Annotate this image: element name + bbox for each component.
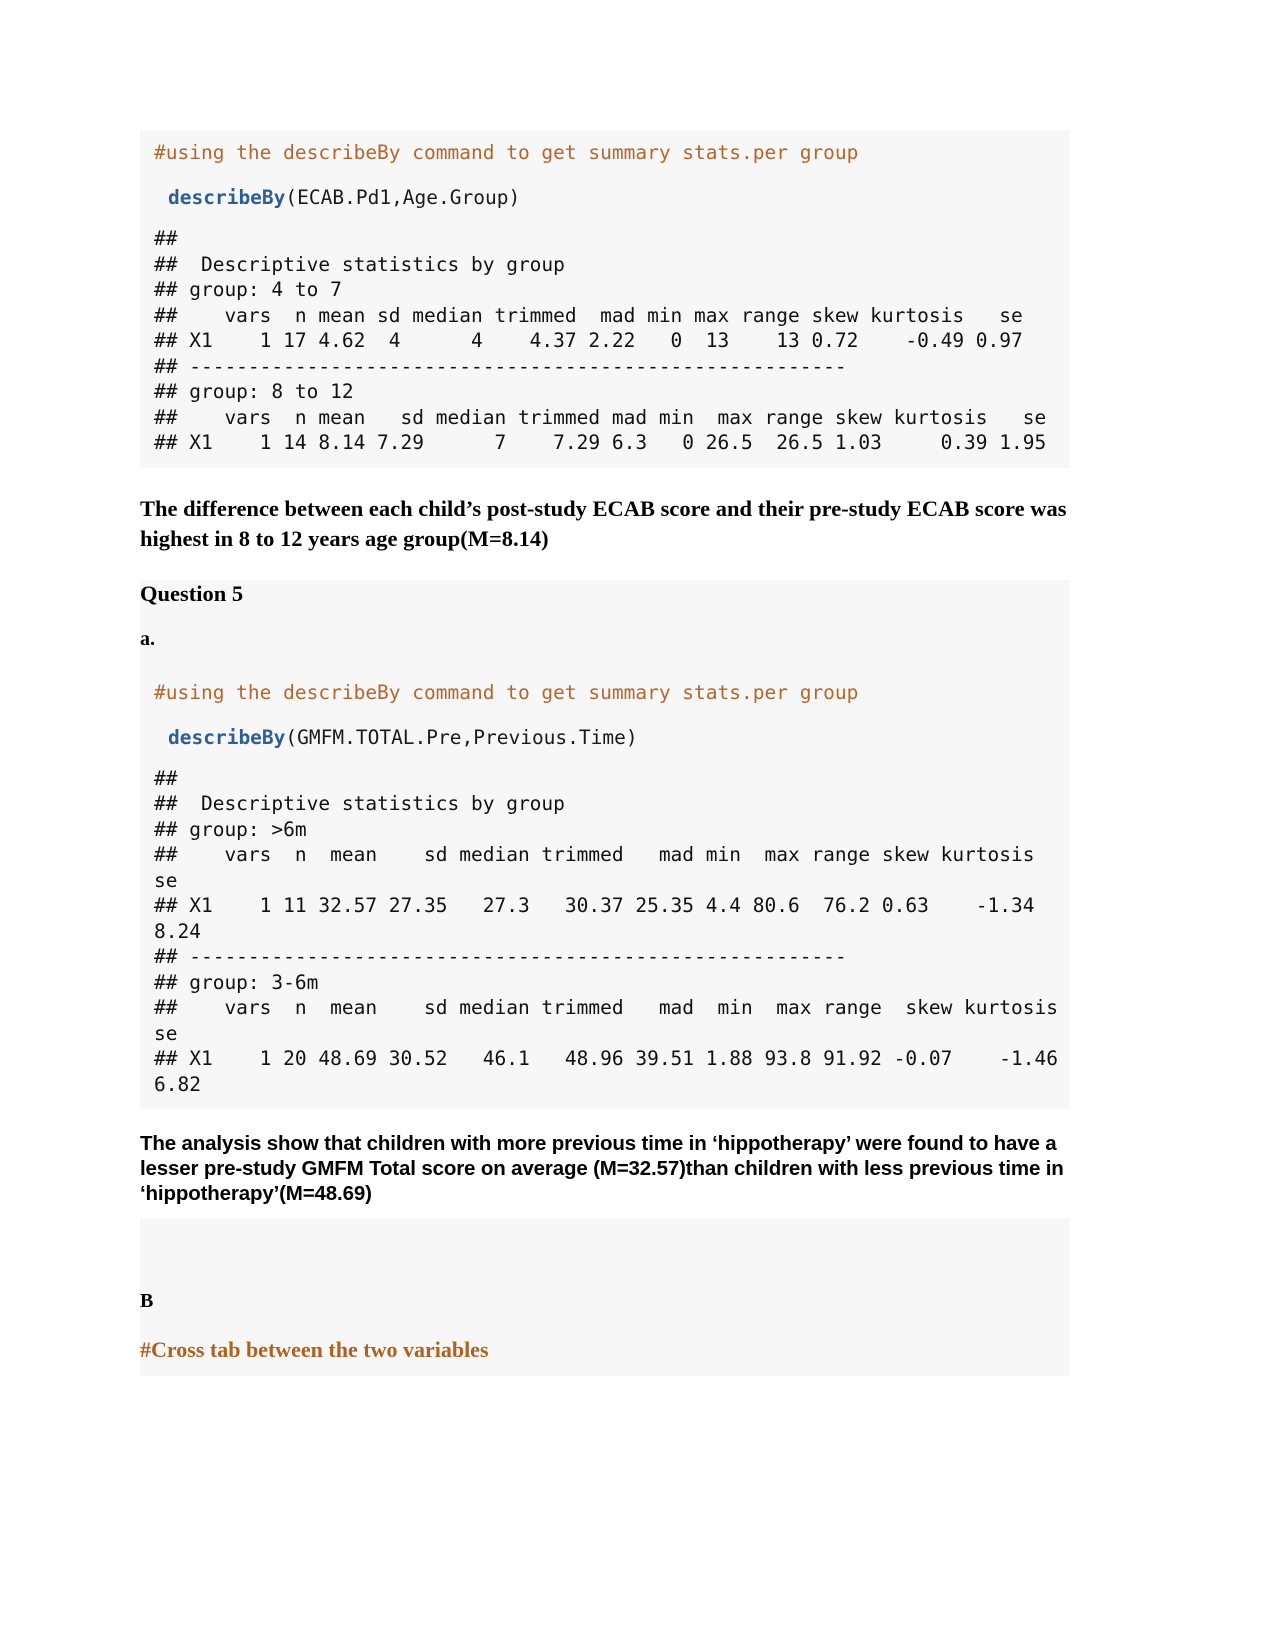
output-block-2: ## ## Descriptive statistics by group ##…	[140, 759, 1094, 1109]
output-line: ## X1 1 17 4.62 4 4 4.37 2.22 0 13 13 0.…	[154, 329, 1023, 352]
output-line: ## vars n mean sd median trimmed mad min…	[154, 405, 1047, 429]
empty-shaded-band	[140, 1218, 1070, 1262]
output-line: ## group: >6m	[154, 817, 307, 841]
sub-label-a: a.	[140, 625, 1070, 652]
output-line: ## group: 4 to 7	[154, 278, 342, 301]
output-line: ## group: 3-6m	[154, 970, 319, 994]
cross-tab-comment: #Cross tab between the two variables	[140, 1336, 1070, 1364]
code-block-2: #using the describeBy command to get sum…	[140, 669, 1070, 760]
function-name-describeby-1: describeBy	[168, 186, 286, 209]
question-5-heading: Question 5	[140, 579, 1070, 608]
output-line: ## -------------------------------------…	[154, 354, 859, 378]
output-line: ##	[154, 227, 190, 250]
code-comment-1: #using the describeBy command to get sum…	[154, 141, 859, 164]
output-line: ## Descriptive statistics by group	[154, 252, 577, 276]
output-line: ## vars n mean sd median trimmed mad min…	[154, 843, 1070, 892]
code-block-1: #using the describeBy command to get sum…	[140, 130, 1070, 220]
output-line: ## Descriptive statistics by group	[154, 792, 577, 815]
output-block-1: ## ## Descriptive statistics by group ##…	[140, 220, 1070, 468]
output-line: ## group: 8 to 12	[154, 380, 354, 403]
interpretation-paragraph-2: The analysis show that children with mor…	[140, 1132, 1064, 1205]
code-call-1: describeBy(ECAB.Pd1,Age.Group)	[154, 185, 1058, 210]
output-line: ##	[154, 766, 190, 790]
code-comment-2: #using the describeBy command to get sum…	[154, 680, 859, 704]
function-args-2: (GMFM.TOTAL.Pre,Previous.Time)	[285, 725, 638, 749]
document-page: #using the describeBy command to get sum…	[0, 0, 1275, 1650]
output-line: ## vars n mean sd median trimmed mad min…	[154, 303, 1023, 327]
output-line: ## vars n mean sd median trimmed mad min…	[154, 996, 1094, 1045]
function-args-1: (ECAB.Pd1,Age.Group)	[285, 186, 521, 209]
output-line: ## X1 1 20 48.69 30.52 46.1 48.96 39.51 …	[154, 1047, 1070, 1096]
sub-label-b: B	[140, 1288, 1070, 1314]
output-line: ## -------------------------------------…	[154, 945, 859, 968]
document-content: #using the describeBy command to get sum…	[140, 130, 1070, 1376]
interpretation-paragraph-1: The difference between each child’s post…	[140, 495, 1067, 551]
function-name-describeby-2: describeBy	[168, 725, 286, 749]
code-call-2: describeBy(GMFM.TOTAL.Pre,Previous.Time)	[154, 725, 1058, 750]
output-line: ## X1 1 14 8.14 7.29 7 7.29 6.3 0 26.5 2…	[154, 431, 1047, 454]
output-line: ## X1 1 11 32.57 27.35 27.3 30.37 25.35 …	[154, 894, 1047, 943]
